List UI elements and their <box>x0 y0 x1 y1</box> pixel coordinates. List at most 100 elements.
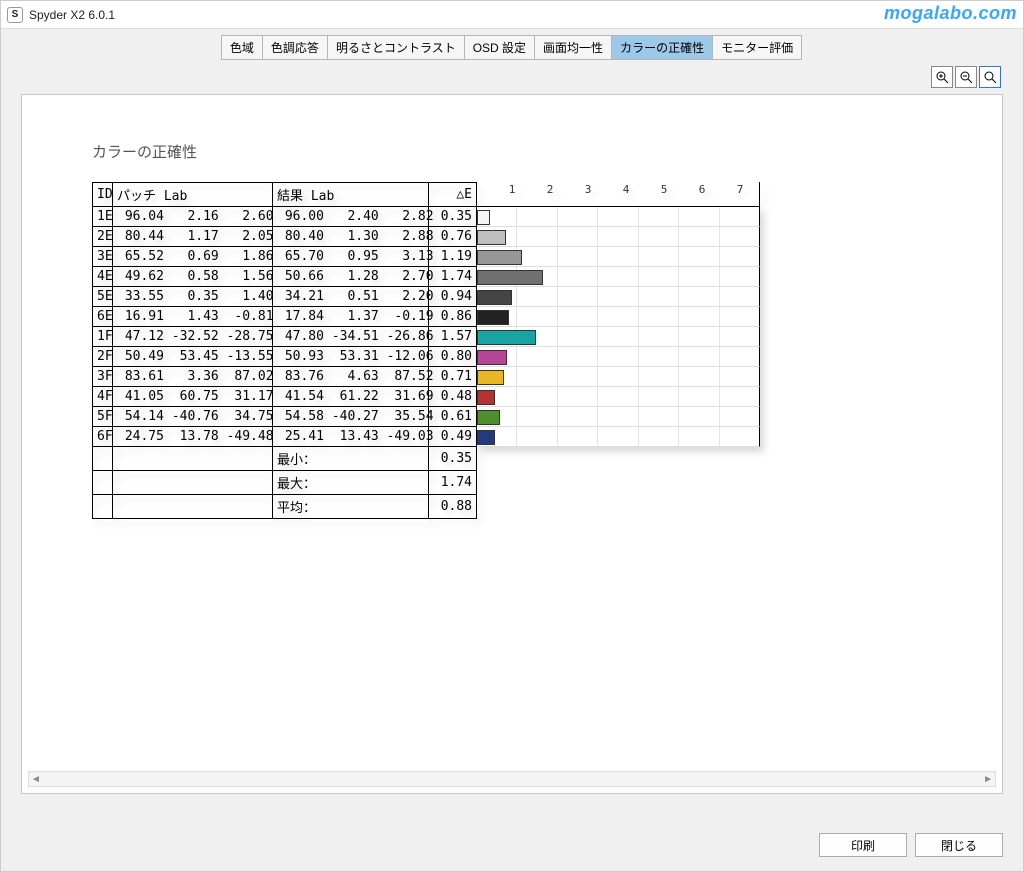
chart-axis: 1234567 <box>477 182 760 207</box>
table-row: 3E 65.52 0.69 1.86 65.70 0.95 3.131.19 <box>92 247 1002 267</box>
summary-value: 0.35 <box>429 447 477 471</box>
zoom-in-button[interactable] <box>931 66 953 88</box>
cell-patch: 49.62 0.58 1.56 <box>113 267 273 287</box>
table-row: 6E 16.91 1.43 -0.81 17.84 1.37 -0.190.86 <box>92 307 1002 327</box>
cell-result: 41.54 61.22 31.69 <box>273 387 429 407</box>
cell-patch: 80.44 1.17 2.05 <box>113 227 273 247</box>
cell-id: 2E <box>93 227 113 247</box>
cell-empty <box>93 447 113 471</box>
summary-label: 最小： <box>273 447 429 471</box>
tab-4[interactable]: 画面均一性 <box>534 35 612 60</box>
table-row: 4F 41.05 60.75 31.17 41.54 61.22 31.690.… <box>92 387 1002 407</box>
cell-delta-e: 0.35 <box>429 207 477 227</box>
tab-3[interactable]: OSD 設定 <box>464 35 535 60</box>
cell-id: 1F <box>93 327 113 347</box>
bar-cell <box>477 227 760 247</box>
bar-cell <box>477 367 760 387</box>
zoom-out-button[interactable] <box>955 66 977 88</box>
cell-patch: 96.04 2.16 2.60 <box>113 207 273 227</box>
footer-buttons: 印刷 閉じる <box>819 833 1003 857</box>
cell-result: 17.84 1.37 -0.19 <box>273 307 429 327</box>
delta-e-bar <box>477 310 509 325</box>
header-delta-e: △E <box>429 182 477 207</box>
cell-id: 5F <box>93 407 113 427</box>
summary-row-min: 最小：0.35 <box>92 447 1002 471</box>
axis-tick: 4 <box>607 183 645 196</box>
cell-result: 25.41 13.43 -49.03 <box>273 427 429 447</box>
axis-tick: 6 <box>683 183 721 196</box>
axis-tick: 3 <box>569 183 607 196</box>
tab-6[interactable]: モニター評価 <box>712 35 802 60</box>
table-row: 3F 83.61 3.36 87.02 83.76 4.63 87.520.71 <box>92 367 1002 387</box>
cell-result: 50.66 1.28 2.70 <box>273 267 429 287</box>
print-button[interactable]: 印刷 <box>819 833 907 857</box>
cell-patch: 50.49 53.45 -13.55 <box>113 347 273 367</box>
cell-id: 2F <box>93 347 113 367</box>
titlebar: S Spyder X2 6.0.1 <box>1 1 1023 29</box>
table-row: 4E 49.62 0.58 1.56 50.66 1.28 2.701.74 <box>92 267 1002 287</box>
watermark: mogalabo.com <box>884 3 1017 24</box>
scroll-right-icon[interactable]: ► <box>983 774 993 785</box>
tab-0[interactable]: 色域 <box>221 35 263 60</box>
delta-e-bar <box>477 350 507 365</box>
cell-patch: 65.52 0.69 1.86 <box>113 247 273 267</box>
cell-result: 34.21 0.51 2.20 <box>273 287 429 307</box>
cell-id: 6E <box>93 307 113 327</box>
cell-result: 83.76 4.63 87.52 <box>273 367 429 387</box>
table-row: 2E 80.44 1.17 2.05 80.40 1.30 2.880.76 <box>92 227 1002 247</box>
summary-row-avg: 平均：0.88 <box>92 495 1002 519</box>
cell-id: 4F <box>93 387 113 407</box>
delta-e-bar <box>477 230 506 245</box>
delta-e-bar <box>477 250 522 265</box>
section-title: カラーの正確性 <box>92 141 1002 162</box>
zoom-fit-button[interactable] <box>979 66 1001 88</box>
cell-empty <box>113 447 273 471</box>
axis-tick: 2 <box>531 183 569 196</box>
cell-patch: 47.12 -32.52 -28.75 <box>113 327 273 347</box>
cell-id: 3E <box>93 247 113 267</box>
bar-cell <box>477 267 760 287</box>
bar-cell <box>477 407 760 427</box>
tab-2[interactable]: 明るさとコントラスト <box>327 35 465 60</box>
axis-tick: 5 <box>645 183 683 196</box>
cell-empty <box>113 495 273 519</box>
cell-patch: 33.55 0.35 1.40 <box>113 287 273 307</box>
cell-id: 4E <box>93 267 113 287</box>
bar-cell <box>477 427 760 447</box>
cell-patch: 54.14 -40.76 34.75 <box>113 407 273 427</box>
delta-e-bar <box>477 270 543 285</box>
cell-patch: 24.75 13.78 -49.48 <box>113 427 273 447</box>
close-button[interactable]: 閉じる <box>915 833 1003 857</box>
table-row: 5F 54.14 -40.76 34.75 54.58 -40.27 35.54… <box>92 407 1002 427</box>
scroll-left-icon[interactable]: ◄ <box>31 774 41 785</box>
cell-delta-e: 1.74 <box>429 267 477 287</box>
delta-e-bar <box>477 330 536 345</box>
delta-e-bar <box>477 390 495 405</box>
bar-cell <box>477 347 760 367</box>
app-icon: S <box>7 7 23 23</box>
cell-result: 47.80 -34.51 -26.86 <box>273 327 429 347</box>
horizontal-scrollbar[interactable]: ◄ ► <box>28 771 996 787</box>
cell-delta-e: 0.86 <box>429 307 477 327</box>
table-header: ID パッチ Lab 結果 Lab △E 1234567 <box>92 182 1002 207</box>
cell-delta-e: 0.94 <box>429 287 477 307</box>
delta-e-bar <box>477 210 490 225</box>
table-row: 1F 47.12 -32.52 -28.75 47.80 -34.51 -26.… <box>92 327 1002 347</box>
report-canvas: カラーの正確性 ID パッチ Lab 結果 Lab △E 1234567 1E … <box>21 94 1003 794</box>
cell-id: 1E <box>93 207 113 227</box>
delta-e-table: ID パッチ Lab 結果 Lab △E 1234567 1E 96.04 2.… <box>92 182 1002 519</box>
table-row: 1E 96.04 2.16 2.60 96.00 2.40 2.820.35 <box>92 207 1002 227</box>
cell-empty <box>113 471 273 495</box>
cell-result: 80.40 1.30 2.88 <box>273 227 429 247</box>
delta-e-bar <box>477 430 495 445</box>
tab-5[interactable]: カラーの正確性 <box>611 35 713 60</box>
summary-label: 最大： <box>273 471 429 495</box>
cell-result: 50.93 53.31 -12.06 <box>273 347 429 367</box>
cell-result: 65.70 0.95 3.13 <box>273 247 429 267</box>
cell-patch: 83.61 3.36 87.02 <box>113 367 273 387</box>
tab-1[interactable]: 色調応答 <box>262 35 328 60</box>
bar-cell <box>477 207 760 227</box>
cell-result: 96.00 2.40 2.82 <box>273 207 429 227</box>
cell-empty <box>93 495 113 519</box>
zoom-toolbar <box>1 60 1023 90</box>
